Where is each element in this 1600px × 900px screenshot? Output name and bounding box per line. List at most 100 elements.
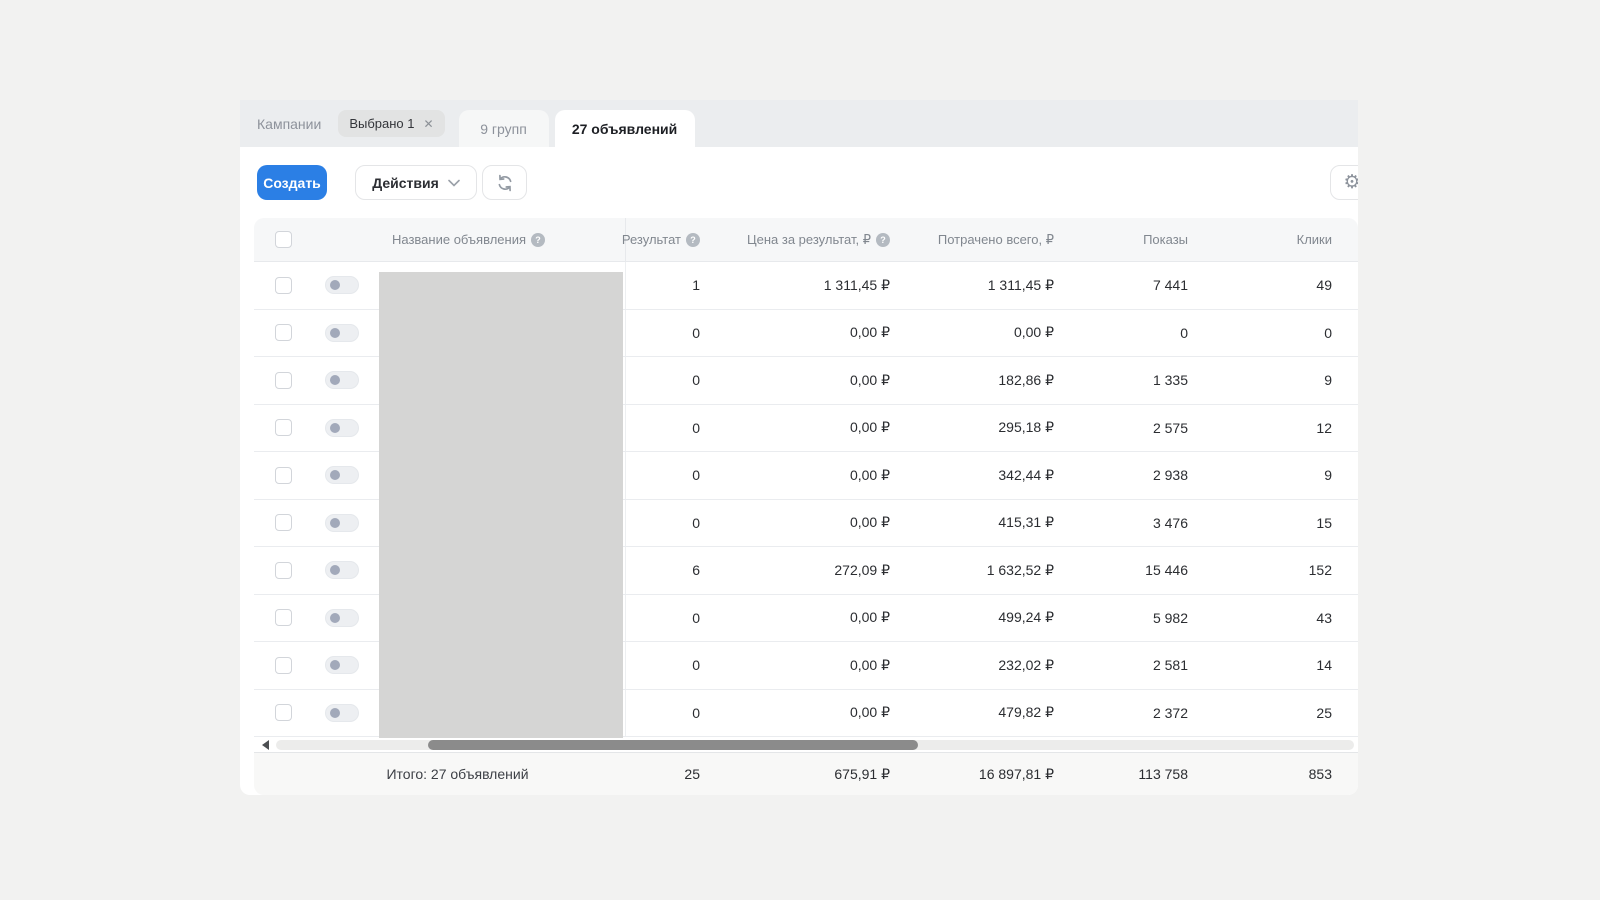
- header-cost-per-result[interactable]: Цена за результат, ₽ ?: [708, 232, 898, 248]
- total-clicks: 853: [1308, 766, 1332, 782]
- help-icon[interactable]: ?: [531, 232, 546, 247]
- refresh-icon: [495, 173, 515, 193]
- cell-impressions: 15 446: [1145, 562, 1188, 579]
- cell-spent-total: 342,44 ₽: [998, 466, 1054, 483]
- cell-impressions: 0: [1180, 324, 1188, 341]
- ads-manager-panel: Кампании Выбрано 1 ✕ 9 групп 27 объявлен…: [240, 100, 1358, 795]
- row-checkbox[interactable]: [274, 514, 292, 532]
- gear-icon: ⚙: [1343, 172, 1358, 193]
- toggle-knob: [329, 612, 340, 623]
- create-button[interactable]: Создать: [257, 165, 327, 200]
- select-all-checkbox[interactable]: [274, 231, 292, 248]
- row-checkbox[interactable]: [274, 276, 292, 294]
- cell-impressions: 2 575: [1152, 419, 1188, 436]
- total-impressions: 113 758: [1138, 766, 1188, 782]
- cell-clicks: 15: [1316, 514, 1332, 531]
- ad-status-toggle[interactable]: [324, 418, 359, 437]
- tab-ads[interactable]: 27 объявлений: [554, 110, 695, 147]
- help-icon[interactable]: ?: [876, 232, 890, 247]
- row-checkbox[interactable]: [274, 324, 292, 342]
- cell-impressions: 1 335: [1152, 372, 1188, 389]
- row-checkbox[interactable]: [274, 466, 292, 484]
- toggle-knob: [329, 327, 340, 338]
- cell-impressions: 2 372: [1152, 704, 1188, 721]
- tab-campaigns[interactable]: Кампании: [257, 116, 321, 132]
- cell-result: 0: [625, 309, 708, 356]
- cell-cost-per-result: 0,00 ₽: [849, 656, 890, 673]
- ad-status-toggle[interactable]: [324, 371, 359, 390]
- row-checkbox[interactable]: [274, 656, 292, 674]
- cell-cost-per-result: 0,00 ₽: [849, 324, 890, 341]
- cell-spent-total: 415,31 ₽: [998, 514, 1054, 531]
- cell-impressions: 3 476: [1152, 514, 1188, 531]
- row-checkbox[interactable]: [274, 704, 292, 722]
- cell-cost-per-result: 0,00 ₽: [849, 514, 890, 531]
- cell-cost-per-result: 0,00 ₽: [849, 371, 890, 388]
- row-checkbox[interactable]: [274, 371, 292, 389]
- header-spent-total[interactable]: Потрачено всего, ₽: [898, 232, 1062, 248]
- cell-clicks: 152: [1308, 562, 1332, 579]
- ad-status-toggle[interactable]: [324, 466, 359, 485]
- header-ad-name[interactable]: Название объявления ?: [312, 232, 625, 247]
- toggle-knob: [329, 375, 340, 386]
- cell-result: 0: [625, 499, 708, 546]
- cell-spent-total: 0,00 ₽: [1013, 324, 1054, 341]
- cell-impressions: 7 441: [1152, 277, 1188, 294]
- cell-result: 1: [625, 262, 708, 309]
- scrollbar-track[interactable]: [276, 740, 1354, 750]
- total-cost-per-result: 675,91 ₽: [834, 765, 890, 782]
- cell-spent-total: 1 311,45 ₽: [987, 276, 1054, 293]
- cell-spent-total: 499,24 ₽: [998, 609, 1054, 626]
- ad-status-toggle[interactable]: [324, 323, 359, 342]
- cell-cost-per-result: 272,09 ₽: [834, 561, 890, 578]
- toggle-knob: [329, 280, 340, 291]
- toggle-knob: [329, 517, 340, 528]
- selected-filter-chip[interactable]: Выбрано 1 ✕: [338, 110, 445, 137]
- cell-spent-total: 1 632,52 ₽: [986, 561, 1054, 578]
- toggle-knob: [329, 422, 340, 433]
- cell-clicks: 12: [1316, 419, 1332, 436]
- ad-status-toggle[interactable]: [324, 513, 359, 532]
- cell-cost-per-result: 0,00 ₽: [849, 609, 890, 626]
- cell-impressions: 2 581: [1152, 657, 1188, 674]
- cell-result: 0: [625, 452, 708, 499]
- header-clicks[interactable]: Клики: [1196, 232, 1340, 247]
- ad-status-toggle[interactable]: [324, 561, 359, 580]
- cell-cost-per-result: 0,00 ₽: [849, 704, 890, 721]
- cell-clicks: 43: [1316, 609, 1332, 626]
- column-settings-button[interactable]: ⚙: [1330, 165, 1358, 200]
- cell-spent-total: 232,02 ₽: [998, 656, 1054, 673]
- refresh-button[interactable]: [482, 165, 527, 200]
- cell-cost-per-result: 1 311,45 ₽: [823, 276, 890, 293]
- ad-status-toggle[interactable]: [324, 276, 359, 295]
- row-checkbox[interactable]: [274, 561, 292, 579]
- cell-cost-per-result: 0,00 ₽: [849, 419, 890, 436]
- toggle-knob: [329, 660, 340, 671]
- row-checkbox[interactable]: [274, 419, 292, 437]
- header-impressions[interactable]: Показы: [1062, 232, 1196, 247]
- actions-dropdown-button[interactable]: Действия: [355, 165, 477, 200]
- scrollbar-thumb[interactable]: [428, 740, 918, 750]
- tab-bar: Кампании Выбрано 1 ✕ 9 групп 27 объявлен…: [240, 100, 1358, 147]
- scroll-left-arrow[interactable]: [262, 740, 269, 750]
- cell-spent-total: 182,86 ₽: [998, 371, 1054, 388]
- close-icon[interactable]: ✕: [423, 118, 433, 130]
- main-area: Создать Действия ⚙ Название объявления ?…: [240, 147, 1358, 795]
- toggle-knob: [329, 707, 340, 718]
- ad-status-toggle[interactable]: [324, 703, 359, 722]
- cell-result: 0: [625, 689, 708, 736]
- ad-status-toggle[interactable]: [324, 656, 359, 675]
- cell-result: 0: [625, 404, 708, 451]
- cell-clicks: 0: [1324, 324, 1332, 341]
- toggle-knob: [329, 565, 340, 576]
- cell-spent-total: 295,18 ₽: [998, 419, 1054, 436]
- toggle-knob: [329, 470, 340, 481]
- cell-cost-per-result: 0,00 ₽: [849, 466, 890, 483]
- help-icon[interactable]: ?: [686, 232, 700, 247]
- chip-label: Выбрано 1: [349, 116, 415, 131]
- ad-status-toggle[interactable]: [324, 608, 359, 627]
- header-result[interactable]: Результат ?: [622, 218, 708, 261]
- row-checkbox[interactable]: [274, 609, 292, 627]
- tab-groups[interactable]: 9 групп: [458, 110, 549, 147]
- total-spent: 16 897,81 ₽: [978, 765, 1054, 782]
